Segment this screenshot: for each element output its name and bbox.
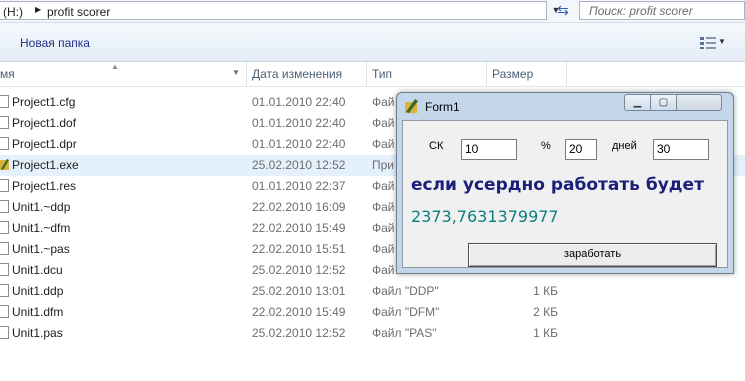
file-name: Project1.dof (12, 116, 77, 130)
file-type: Файл "DDP" (372, 284, 439, 298)
window-title: Form1 (425, 100, 460, 114)
file-name: Unit1.~ddp (12, 200, 71, 214)
file-type: Фай (372, 95, 395, 109)
file-date: 01.01.2010 22:40 (252, 116, 346, 130)
file-icon (0, 263, 9, 276)
days-label: дней (612, 140, 637, 152)
refresh-icon[interactable]: ⇆ (552, 1, 574, 20)
delphi-app-icon (0, 159, 9, 170)
file-type: Фай (372, 221, 395, 235)
column-type[interactable]: Тип (372, 67, 392, 81)
file-date: 22.02.2010 15:49 (252, 221, 346, 235)
file-row[interactable]: Unit1.pas 25.02.2010 12:52 Файл "PAS" 1 … (0, 323, 745, 344)
search-input[interactable]: Поиск: profit scorer (579, 1, 745, 20)
breadcrumb-separator-icon[interactable]: ▶ (35, 5, 41, 14)
ck-input[interactable]: 10 (461, 139, 517, 160)
file-name: Unit1.~pas (12, 242, 70, 256)
file-date: 01.01.2010 22:40 (252, 137, 346, 151)
file-name: Unit1.~dfm (12, 221, 71, 235)
file-icon (0, 284, 9, 297)
file-icon (0, 242, 9, 255)
file-date: 22.02.2010 15:49 (252, 305, 346, 319)
file-icon (0, 221, 9, 234)
maximize-icon[interactable]: ▢ (650, 94, 677, 111)
file-name: Unit1.dcu (12, 263, 63, 277)
column-divider[interactable] (246, 62, 247, 86)
file-name: Unit1.pas (12, 326, 63, 340)
days-input[interactable]: 30 (653, 139, 709, 160)
file-icon (0, 95, 9, 108)
file-type: Фай (372, 137, 395, 151)
file-icon (0, 137, 9, 150)
file-date: 01.01.2010 22:40 (252, 95, 346, 109)
file-type: При (372, 158, 395, 172)
file-icon (0, 116, 9, 129)
file-type: Фай (372, 179, 395, 193)
sort-ascending-icon: ▲ (111, 62, 119, 71)
file-type: Файл "PAS" (372, 326, 437, 340)
earn-button[interactable]: заработать (468, 243, 717, 267)
file-date: 25.02.2010 13:01 (252, 284, 346, 298)
file-name: Unit1.dfm (12, 305, 64, 319)
file-icon (0, 305, 9, 318)
search-placeholder: Поиск: profit scorer (589, 4, 693, 18)
column-divider[interactable] (566, 62, 567, 86)
column-size[interactable]: Размер (492, 67, 533, 81)
column-divider[interactable] (486, 62, 487, 86)
column-name[interactable]: мя (0, 67, 15, 81)
percent-input[interactable]: 20 (565, 139, 597, 160)
file-date: 22.02.2010 15:51 (252, 242, 346, 256)
percent-label: % (541, 140, 551, 152)
file-icon (0, 326, 9, 339)
form1-window: Form1 ▁ ▢ СК 10 % 20 дней 30 если усердн… (396, 92, 734, 274)
file-date: 01.01.2010 22:37 (252, 179, 346, 193)
file-type: Фай (372, 242, 395, 256)
file-type: Фай (372, 116, 395, 130)
new-folder-button[interactable]: Новая папка (20, 36, 90, 50)
file-type: Файл "DFM" (372, 305, 440, 319)
file-size: 1 КБ (533, 326, 558, 340)
column-header: ▲ мя ▼ Дата изменения Тип Размер (0, 62, 745, 87)
file-size: 1 КБ (533, 284, 558, 298)
address-bar: (H:) ▶ profit scorer ▼ ⇆ Поиск: profit s… (0, 0, 745, 23)
message-label: если усердно работать будет (411, 175, 704, 195)
view-options-icon[interactable] (700, 37, 716, 49)
column-date[interactable]: Дата изменения (252, 67, 342, 81)
column-divider[interactable] (366, 62, 367, 86)
file-type: Фай (372, 263, 395, 277)
file-row[interactable]: Unit1.ddp 25.02.2010 13:01 Файл "DDP" 1 … (0, 281, 745, 302)
form1-client-area: СК 10 % 20 дней 30 если усердно работать… (402, 120, 728, 268)
file-name: Unit1.ddp (12, 284, 64, 298)
file-date: 25.02.2010 12:52 (252, 326, 346, 340)
file-name: Project1.dpr (12, 137, 77, 151)
command-bar: Новая папка ▼ (0, 23, 745, 62)
delphi-app-icon (405, 99, 418, 113)
result-label: 2373,7631379977 (411, 207, 559, 226)
minimize-icon[interactable]: ▁ (624, 94, 651, 111)
address-field[interactable]: (H:) ▶ profit scorer (0, 1, 547, 20)
view-dropdown-icon[interactable]: ▼ (718, 37, 726, 46)
address-folder[interactable]: profit scorer (47, 5, 110, 19)
file-icon (0, 179, 9, 192)
address-drive[interactable]: (H:) (3, 5, 23, 19)
ck-label: СК (429, 140, 444, 152)
file-name: Project1.exe (12, 158, 79, 172)
file-date: 25.02.2010 12:52 (252, 158, 346, 172)
file-name: Project1.res (12, 179, 77, 193)
file-type: Фай (372, 200, 395, 214)
file-size: 2 КБ (533, 305, 558, 319)
file-name: Project1.cfg (12, 95, 76, 109)
file-date: 22.02.2010 16:09 (252, 200, 346, 214)
file-date: 25.02.2010 12:52 (252, 263, 346, 277)
close-icon[interactable] (676, 94, 722, 111)
file-row[interactable]: Unit1.dfm 22.02.2010 15:49 Файл "DFM" 2 … (0, 302, 745, 323)
column-filter-icon[interactable]: ▼ (232, 68, 240, 77)
file-icon (0, 200, 9, 213)
